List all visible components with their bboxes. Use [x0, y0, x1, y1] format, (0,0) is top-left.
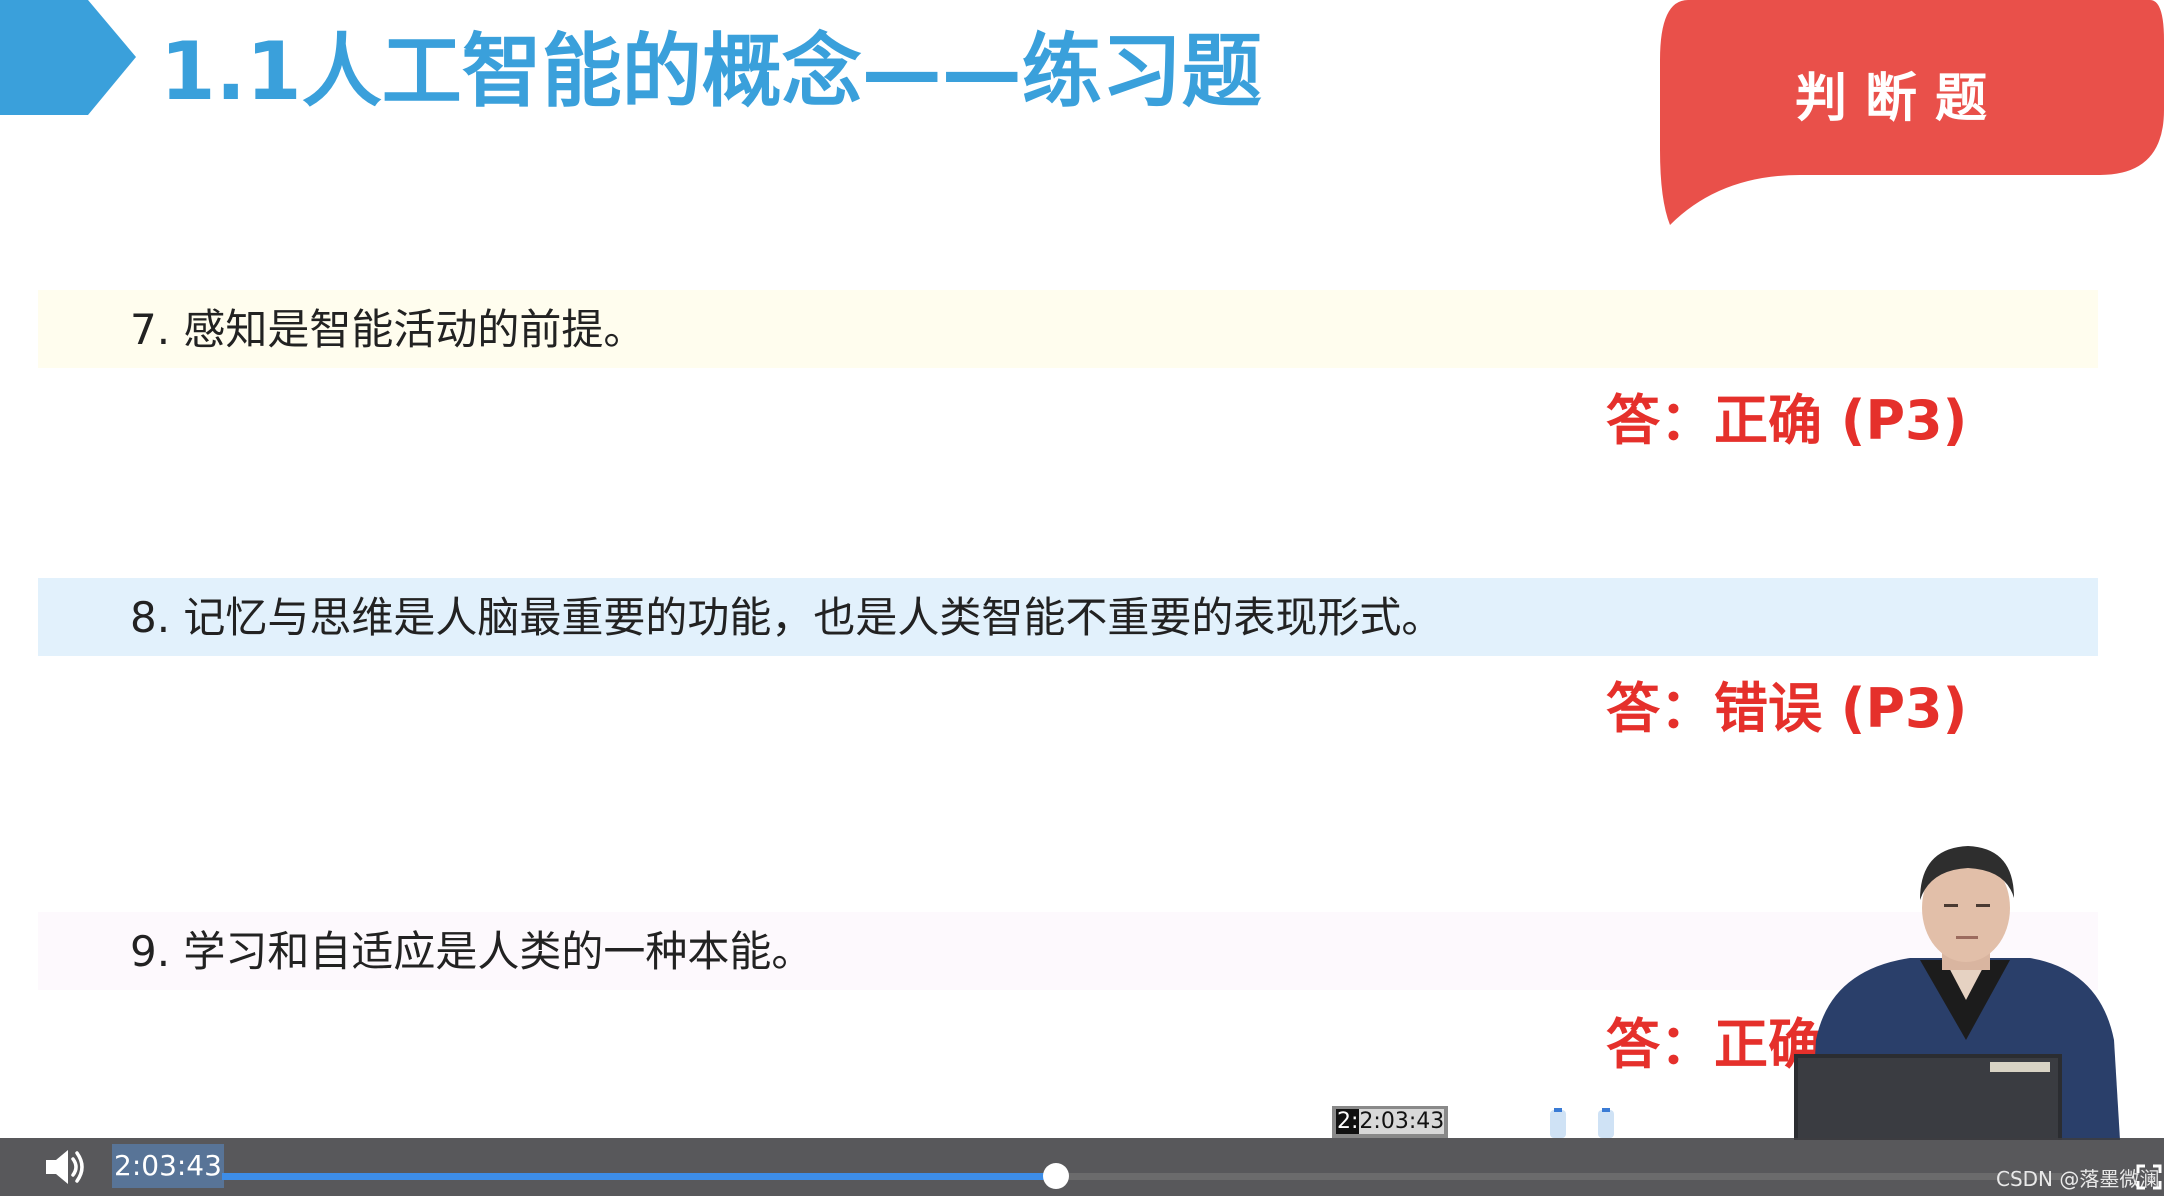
- answer-text-8: 答：错误 (P3): [1606, 677, 1968, 740]
- question-text-7: 7. 感知是智能活动的前提。: [130, 305, 646, 354]
- volume-button[interactable]: [44, 1146, 88, 1188]
- question-row-8: 8. 记忆与思维是人脑最重要的功能，也是人类智能不重要的表现形式。: [38, 578, 2098, 656]
- question-text-8: 8. 记忆与思维是人脑最重要的功能，也是人类智能不重要的表现形式。: [130, 593, 1444, 642]
- fullscreen-icon: [2136, 1164, 2162, 1190]
- question-row-7: 7. 感知是智能活动的前提。: [38, 290, 2098, 368]
- watermark-text: CSDN @落墨微澜: [1996, 1167, 2160, 1191]
- question-type-badge: 判断题: [1795, 68, 2006, 129]
- speaker-volume-icon: [46, 1150, 84, 1184]
- player-control-bar: 2:03:43: [0, 1138, 2164, 1196]
- progress-bar[interactable]: [222, 1163, 2062, 1189]
- video-frame: 1.1人工智能的概念——练习题 判断题 7. 感知是智能活动的前提。 答：正确 …: [0, 0, 2164, 1196]
- hover-time-highlight: 2:: [1336, 1109, 1360, 1134]
- question-text-9: 9. 学习和自适应是人类的一种本能。: [130, 927, 814, 976]
- fullscreen-button[interactable]: [2136, 1164, 2162, 1190]
- answer-text-7: 答：正确 (P3): [1606, 389, 1968, 452]
- water-bottles-image: [1550, 1108, 1614, 1138]
- slide-title: 1.1人工智能的概念——练习题: [160, 25, 1262, 118]
- current-time-display: 2:03:43: [112, 1144, 224, 1188]
- hover-time-value: 2:03:43: [1359, 1109, 1445, 1134]
- progress-bar-played: [222, 1173, 1057, 1180]
- presenter-video-image: [1794, 846, 2120, 1140]
- title-arrow-decoration: [0, 0, 136, 115]
- hover-time-tooltip: 2:2:03:43: [1332, 1106, 1449, 1138]
